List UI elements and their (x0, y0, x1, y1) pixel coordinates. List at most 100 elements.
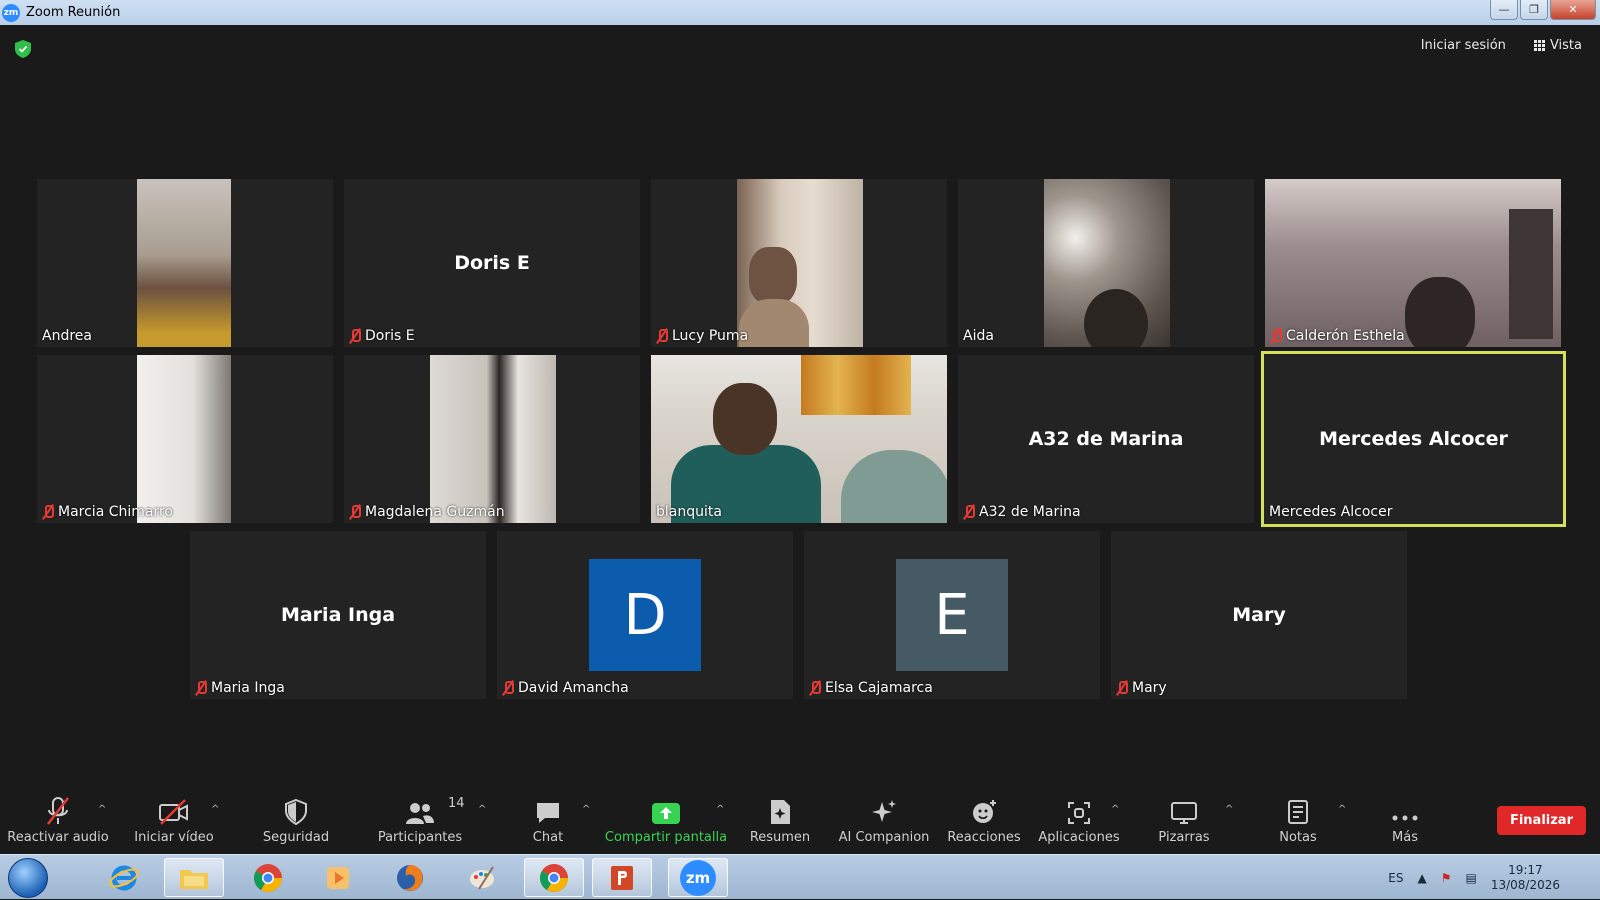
participant-label: blanquita (656, 504, 722, 520)
notes-button[interactable]: Notas (1256, 788, 1340, 854)
share-options-caret[interactable]: ^ (716, 804, 724, 815)
video-tile-magdalena-guzman[interactable]: Magdalena Guzmán (344, 355, 640, 523)
video-off-icon (158, 788, 190, 826)
share-screen-label: Compartir pantalla (604, 830, 728, 845)
reactions-button[interactable]: Reacciones (942, 788, 1026, 854)
video-tile-marcia-chimarro[interactable]: Marcia Chimarro (37, 355, 333, 523)
participant-name: Andrea (42, 328, 92, 344)
avatar: D (589, 559, 701, 671)
view-button[interactable]: Vista (1533, 38, 1582, 53)
file-explorer-icon[interactable] (164, 858, 224, 897)
whiteboards-options-caret[interactable]: ^ (1225, 804, 1233, 815)
participant-name: blanquita (656, 504, 722, 520)
action-center-flag-icon[interactable]: ⚑ (1441, 871, 1452, 885)
video-tile-mary[interactable]: Mary Mary (1111, 531, 1407, 699)
muted-mic-icon (502, 681, 514, 695)
apps-icon (1066, 788, 1092, 826)
video-tile-mercedes-alcocer[interactable]: Mercedes Alcocer Mercedes Alcocer (1261, 351, 1566, 527)
start-button[interactable] (8, 858, 48, 898)
video-options-caret[interactable]: ^ (211, 804, 219, 815)
video-tile-elsa-cajamarca[interactable]: E Elsa Cajamarca (804, 531, 1100, 699)
avatar-letter: E (934, 582, 970, 648)
chat-label: Chat (532, 830, 564, 845)
more-button[interactable]: Más (1370, 788, 1440, 854)
participant-label: Elsa Cajamarca (809, 680, 933, 696)
video-feed (430, 355, 556, 523)
participants-button[interactable]: 14 Participantes (366, 788, 474, 854)
paint-icon[interactable] (452, 858, 512, 897)
ai-companion-label: AI Companion (838, 830, 930, 845)
window-titlebar: zm Zoom Reunión — ❐ ✕ (0, 0, 1600, 25)
share-screen-button[interactable]: Compartir pantalla (604, 788, 728, 854)
participant-label: Mary (1116, 680, 1167, 696)
whiteboard-icon (1170, 788, 1198, 826)
start-video-button[interactable]: Iniciar vídeo (124, 788, 224, 854)
apps-button[interactable]: Aplicaciones (1034, 788, 1124, 854)
notes-options-caret[interactable]: ^ (1338, 804, 1346, 815)
minimize-button[interactable]: — (1490, 0, 1518, 20)
video-tile-andrea[interactable]: Andrea (37, 179, 333, 347)
video-tile-lucy-puma[interactable]: Lucy Puma (651, 179, 947, 347)
chat-options-caret[interactable]: ^ (582, 804, 590, 815)
participant-label: A32 de Marina (963, 504, 1081, 520)
participant-name: Magdalena Guzmán (365, 504, 505, 520)
participant-name: A32 de Marina (979, 504, 1081, 520)
video-tile-calderon-esthela[interactable]: Calderón Esthela (1265, 179, 1561, 347)
restore-button[interactable]: ❐ (1520, 0, 1548, 20)
sign-in-button[interactable]: Iniciar sesión (1421, 38, 1506, 53)
participant-display-name: A32 de Marina (1028, 428, 1184, 450)
start-video-label: Iniciar vídeo (134, 830, 214, 845)
participants-label: Participantes (377, 830, 463, 845)
media-player-icon[interactable] (308, 858, 368, 897)
tray-expand-icon[interactable]: ▲ (1417, 871, 1426, 885)
security-button[interactable]: Seguridad (246, 788, 346, 854)
window-title: Zoom Reunión (26, 5, 121, 20)
sign-in-label: Iniciar sesión (1420, 38, 1506, 53)
participant-label: David Amancha (502, 680, 629, 696)
apps-options-caret[interactable]: ^ (1111, 804, 1119, 815)
avatar-letter: D (623, 582, 667, 648)
video-tile-aida[interactable]: Aida (958, 179, 1254, 347)
participant-name: Lucy Puma (672, 328, 749, 344)
video-feed (1044, 179, 1170, 347)
participant-label: Marcia Chimarro (42, 504, 173, 520)
participants-icon: 14 (390, 788, 465, 826)
whiteboards-button[interactable]: Pizarras (1146, 788, 1222, 854)
muted-mic-icon (1270, 329, 1282, 343)
chrome-open-icon[interactable] (524, 858, 584, 897)
muted-mic-icon (656, 329, 668, 343)
zoom-taskbar-icon[interactable]: zm (668, 858, 728, 897)
more-dots-icon (1390, 788, 1420, 826)
chrome-icon[interactable] (238, 858, 298, 897)
powerpoint-icon[interactable] (592, 858, 652, 897)
audio-options-caret[interactable]: ^ (98, 804, 106, 815)
encryption-shield-icon[interactable] (15, 40, 31, 58)
participant-display-name: Doris E (454, 252, 530, 274)
participants-options-caret[interactable]: ^ (478, 804, 486, 815)
participant-label: Lucy Puma (656, 328, 748, 344)
firefox-icon[interactable] (380, 858, 440, 897)
zoom-app-icon: zm (2, 3, 20, 22)
chat-button[interactable]: Chat (508, 788, 588, 854)
internet-explorer-icon[interactable] (94, 858, 154, 897)
summary-button[interactable]: Resumen (738, 788, 822, 854)
video-tile-maria-inga[interactable]: Maria Inga Maria Inga (190, 531, 486, 699)
unmute-button[interactable]: Reactivar audio (7, 788, 109, 854)
network-icon[interactable]: ▤ (1465, 871, 1476, 885)
close-button[interactable]: ✕ (1550, 0, 1596, 20)
video-tile-a32-de-marina[interactable]: A32 de Marina A32 de Marina (958, 355, 1254, 523)
video-tile-david-amancha[interactable]: D David Amancha (497, 531, 793, 699)
chat-bubble-icon (534, 788, 562, 826)
summary-icon (768, 788, 792, 826)
apps-label: Aplicaciones (1038, 830, 1120, 845)
meeting-toolbar: Reactivar audio ^ Iniciar vídeo ^ Seguri… (0, 788, 1600, 854)
muted-mic-icon (45, 788, 71, 826)
system-clock[interactable]: 19:17 13/08/2026 (1491, 863, 1560, 893)
video-tile-blanquita[interactable]: blanquita (651, 355, 947, 523)
end-meeting-button[interactable]: Finalizar (1496, 806, 1586, 835)
language-indicator[interactable]: ES (1388, 871, 1403, 885)
video-tile-doris-e[interactable]: Doris E Doris E (344, 179, 640, 347)
more-label: Más (1392, 830, 1418, 845)
security-label: Seguridad (262, 830, 330, 845)
ai-companion-button[interactable]: AI Companion (832, 788, 936, 854)
